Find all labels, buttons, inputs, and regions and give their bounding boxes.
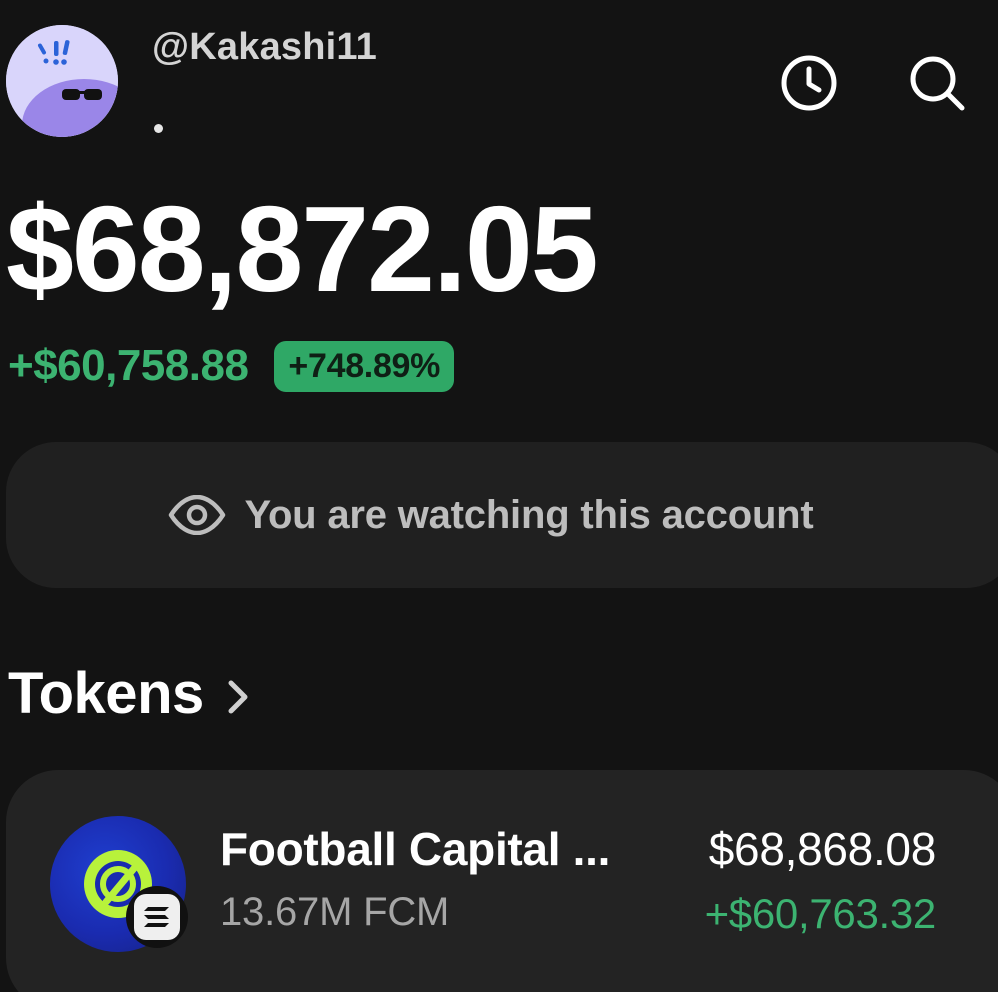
search-icon <box>910 56 965 111</box>
solana-chain-badge <box>126 886 188 948</box>
solana-stripes-icon <box>144 907 169 927</box>
token-value: $68,868.08 <box>708 823 937 875</box>
token-name: Football Capital ... <box>220 823 611 875</box>
avatar[interactable] <box>6 25 118 137</box>
token-row[interactable]: Football Capital ... 13.67M FCM $68,868.… <box>6 770 998 992</box>
search-button[interactable] <box>904 50 970 116</box>
wallet-screen: @Kakashi11 $68,872.05 +$60,758.88 +748.8… <box>0 0 998 992</box>
tokens-section-header[interactable]: Tokens <box>8 660 250 727</box>
username[interactable]: @Kakashi11 <box>152 26 377 69</box>
clock-icon <box>781 55 837 111</box>
chevron-right-icon <box>228 680 248 713</box>
solana-chain-icon <box>134 894 180 940</box>
watching-text: You are watching this account <box>244 492 814 537</box>
balance-change-row: +$60,758.88 +748.89% <box>8 336 455 396</box>
watching-banner-content: You are watching this account <box>168 492 814 538</box>
avatar-sunglasses-icon <box>6 25 118 137</box>
watching-banner[interactable]: You are watching this account <box>6 442 998 588</box>
history-button[interactable] <box>776 50 842 116</box>
balance-change-value: +$60,758.88 <box>8 341 249 390</box>
total-balance: $68,872.05 <box>6 181 599 317</box>
eye-icon <box>169 495 226 535</box>
token-change: +$60,763.32 <box>704 890 937 937</box>
token-amount: 13.67M FCM <box>220 890 450 934</box>
balance-change-percent-badge: +748.89% <box>274 340 455 392</box>
tokens-title: Tokens <box>8 661 204 726</box>
status-dot <box>154 124 163 133</box>
